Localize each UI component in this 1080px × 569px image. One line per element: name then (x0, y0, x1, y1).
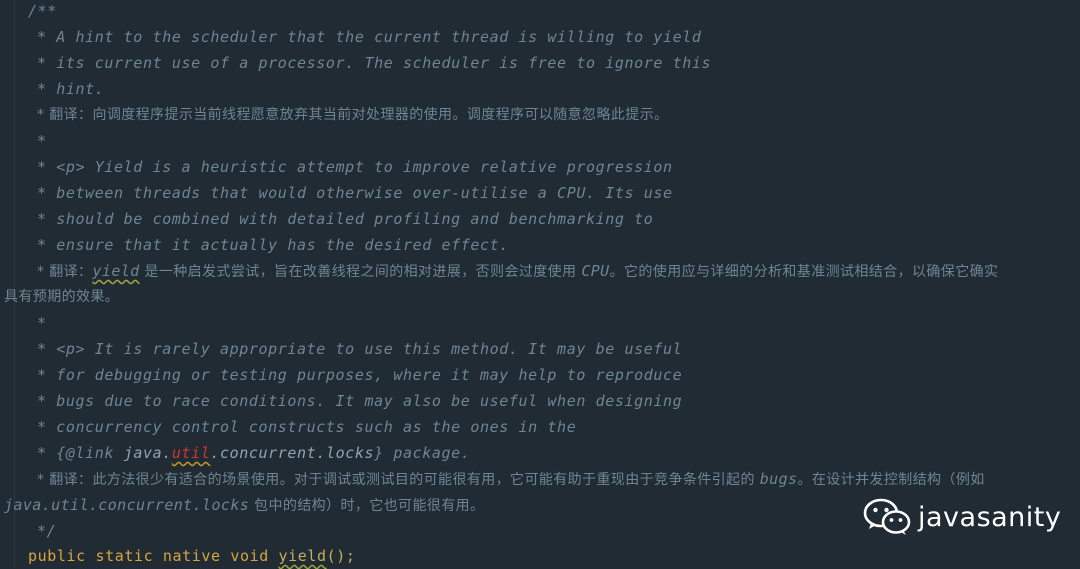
comment-line: * should be combined with detailed profi… (37, 210, 654, 228)
comment-line: * ensure that it actually has the desire… (37, 236, 509, 254)
comment-line: * <p> Yield is a heuristic attempt to im… (37, 158, 673, 176)
wechat-icon (863, 498, 911, 535)
translation-line-wrap: java.util.concurrent.locks 包中的结构）时，它也可能很… (4, 496, 485, 514)
translation-line: * 翻译：yield 是一种启发式尝试，旨在改善线程之间的相对进展，否则会过度使… (37, 262, 999, 280)
watermark-text: javasanity (918, 501, 1062, 533)
comment-line: * for debugging or testing purposes, whe… (37, 366, 683, 384)
method-signature: public static native void yield(); (28, 547, 356, 565)
comment-line: * concurrency control constructs such as… (37, 418, 577, 436)
comment-close: */ (37, 522, 57, 540)
comment-open: /** (28, 2, 57, 20)
comment-line: * its current use of a processor. The sc… (37, 54, 712, 72)
code-editor[interactable]: /** * A hint to the scheduler that the c… (0, 0, 1080, 567)
translation-line-wrap: 具有预期的效果。 (4, 289, 120, 305)
comment-line: * between threads that would otherwise o… (37, 184, 673, 202)
comment-line: * (37, 132, 47, 150)
comment-line: * (37, 314, 47, 332)
watermark: javasanity (862, 494, 1061, 540)
link-line: * {@link java.util.concurrent.locks} pac… (37, 444, 471, 462)
translation-line: * 翻译：此方法很少有适合的场景使用。对于调试或测试目的可能很有用，它可能有助于… (37, 470, 985, 488)
comment-line: * A hint to the scheduler that the curre… (37, 28, 702, 46)
comment-line: * <p> It is rarely appropriate to use th… (37, 340, 683, 358)
method-name[interactable]: yield (278, 547, 326, 565)
comment-line: * hint. (37, 80, 105, 98)
comment-line: * bugs due to race conditions. It may al… (37, 392, 683, 410)
translation-line: * 翻译：向调度程序提示当前线程愿意放弃其当前对处理器的使用。调度程序可以随意忽… (37, 107, 669, 123)
